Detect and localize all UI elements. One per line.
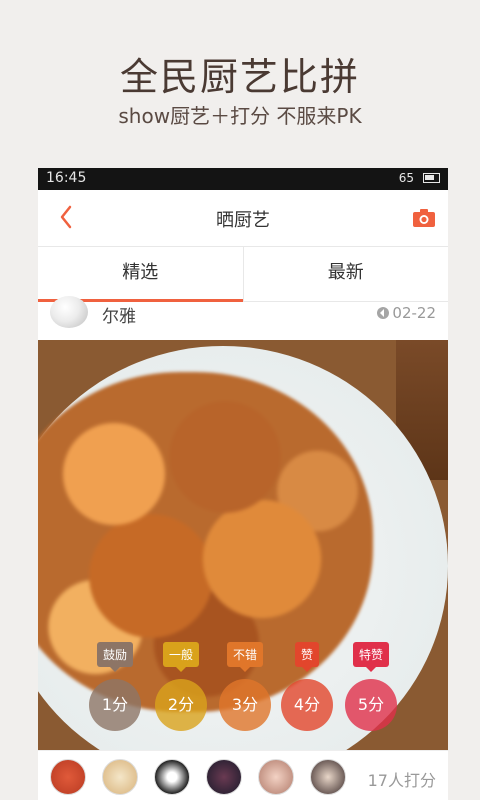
food-photo[interactable]: 鼓励 1分 一般 2分 不错 3分 赞 4分 特赞 5分 xyxy=(38,340,448,750)
battery-level: 65 xyxy=(398,171,414,185)
post-date-text: 02-22 xyxy=(392,304,436,322)
raters-bar: 17人打分 xyxy=(38,750,448,800)
avatar[interactable] xyxy=(206,759,242,795)
rater-count[interactable]: 17人打分 xyxy=(368,767,436,791)
rating-score-3[interactable]: 3分 xyxy=(219,679,271,731)
promo-subtitle: show厨艺＋打分 不服来PK xyxy=(118,104,362,128)
rating-option-5[interactable]: 特赞 5分 xyxy=(336,642,406,731)
avatar[interactable] xyxy=(258,759,294,795)
avatar[interactable] xyxy=(310,759,346,795)
post-date: 02-22 xyxy=(377,304,436,322)
chevron-left-circle-icon xyxy=(377,307,390,319)
rating-tag-2: 一般 xyxy=(162,642,199,672)
rating-options: 鼓励 1分 一般 2分 不错 3分 赞 4分 特赞 5分 xyxy=(38,642,448,742)
avatar[interactable] xyxy=(50,759,86,795)
rating-option-2[interactable]: 一般 2分 xyxy=(146,642,216,731)
rating-tag-3: 不错 xyxy=(226,642,263,672)
rating-tag-5: 特赞 xyxy=(352,642,389,672)
page-title: 晒厨艺 xyxy=(216,210,270,231)
avatar[interactable] xyxy=(102,759,138,795)
post-username[interactable]: 尔雅 xyxy=(102,302,136,327)
rating-tag-1: 鼓励 xyxy=(96,642,133,672)
rating-option-3[interactable]: 不错 3分 xyxy=(210,642,280,731)
avatar[interactable] xyxy=(50,296,88,328)
post-header: 尔雅 02-22 xyxy=(38,296,448,342)
rating-score-1[interactable]: 1分 xyxy=(89,679,141,731)
rating-score-4[interactable]: 4分 xyxy=(281,679,333,731)
rating-score-2[interactable]: 2分 xyxy=(155,679,207,731)
rating-option-4[interactable]: 赞 4分 xyxy=(272,642,342,731)
promo-title: 全民厨艺比拼 xyxy=(119,55,360,99)
camera-icon[interactable] xyxy=(412,208,436,228)
tab-bar: 精选 最新 xyxy=(38,247,448,302)
phone-screen: 16:45 65 晒厨艺 精选 最新 尔雅 02-22 鼓励 1分 一般 2分 … xyxy=(38,168,448,800)
avatar[interactable] xyxy=(154,759,190,795)
rating-tag-4: 赞 xyxy=(294,642,319,672)
status-bar: 16:45 65 xyxy=(38,168,448,190)
status-time: 16:45 xyxy=(46,170,87,186)
rating-option-1[interactable]: 鼓励 1分 xyxy=(80,642,150,731)
tab-featured[interactable]: 精选 xyxy=(38,247,243,302)
title-bar: 晒厨艺 xyxy=(38,190,448,247)
tab-latest[interactable]: 最新 xyxy=(242,247,449,301)
rating-score-5[interactable]: 5分 xyxy=(345,679,397,731)
battery-icon xyxy=(423,173,440,183)
